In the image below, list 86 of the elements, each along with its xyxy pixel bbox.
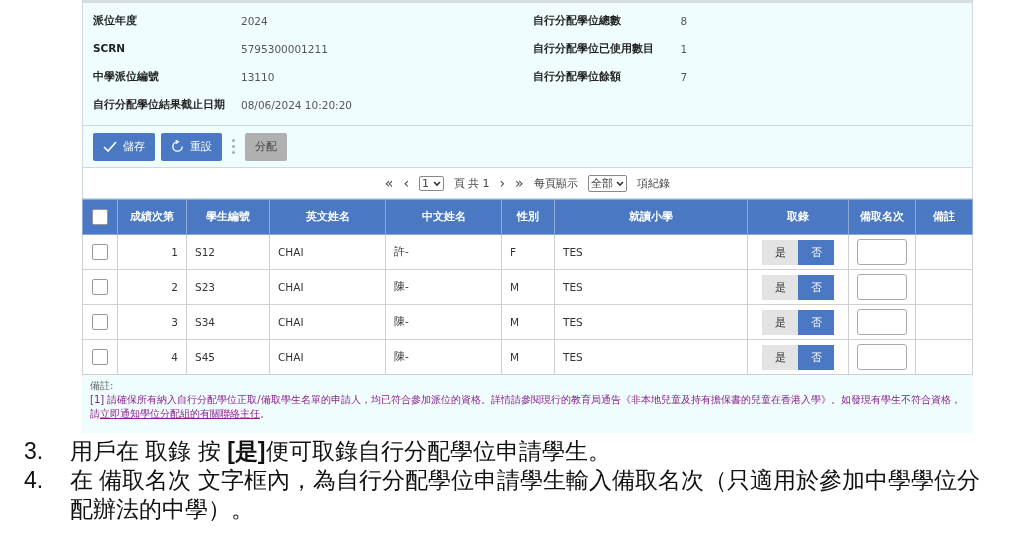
field-label: SCRN [93,42,127,56]
last-page-link[interactable]: » [515,175,524,191]
next-page-link[interactable]: › [499,175,506,191]
table-cell: F [501,234,555,270]
table-cell: TES [554,269,748,305]
toggle-option[interactable]: 否 [798,274,834,300]
column-header: 備取名次 [848,199,916,235]
field-value: 1 [680,43,688,55]
page-count: 頁 共 1 [453,175,490,191]
step-text: 用戶在 取錄 按 [是]便可取錄自行分配學位申請學生。 [70,437,612,466]
first-page-link[interactable]: « [384,175,394,191]
field-value: 2024 [241,15,268,27]
table-cell: S45 [186,339,270,375]
table-cell: M [501,339,555,375]
toggle-option[interactable]: 否 [798,239,834,265]
toolbar-button[interactable]: 儲存 [93,132,155,161]
toggle-option[interactable]: 否 [798,344,834,370]
field-value: 5795300001211 [241,43,328,55]
row-checkbox[interactable] [92,314,108,330]
records-label: 項紀錄 [637,175,671,191]
table-cell: 2 [117,269,187,305]
field-label: 自行分配學位餘額 [532,70,622,84]
column-header: 性別 [501,199,555,235]
select-all-checkbox[interactable] [92,209,108,225]
table-cell: S12 [186,234,270,270]
column-header: 成績次第 [117,199,187,235]
page-select[interactable]: 1 [419,175,444,191]
column-header: 學生編號 [186,199,270,235]
chevron-down-icon [616,180,625,187]
table-cell: M [501,304,555,340]
reserve-rank-field[interactable] [857,344,907,370]
toggle-option[interactable]: 否 [798,309,834,335]
table-cell: S34 [186,304,270,340]
toolbar-button[interactable]: 重設 [161,132,222,161]
previous-page-link[interactable]: ‹ [403,175,409,191]
per-page-select[interactable]: 全部 [587,174,628,192]
table-cell: S23 [186,269,270,305]
toggle-option[interactable]: 是 [762,309,798,335]
column-header: 取錄 [747,199,849,235]
column-header: 中文姓名 [385,199,502,235]
table-cell: CHAI [269,304,386,340]
table-cell: TES [554,304,748,340]
reserve-rank-field[interactable] [857,239,907,265]
table-cell: 陳- [385,339,502,375]
table-cell: 陳- [385,304,502,340]
table-cell: 1 [117,234,187,270]
table-cell: CHAI [269,234,386,270]
field-label: 自行分配學位結果截止日期 [93,98,226,112]
field-label: 自行分配學位已使用數目 [532,42,655,56]
field-value: 08/06/2024 10:20:20 [241,99,352,111]
note-text: [1] 請確保所有納入自行分配學位正取/備取學生名單的申請人，均已符合參加派位的資格。詳情請參閱現行的教育局通告《非本地兒童及持有擔保書的兒童在香港入學》。如發現有學生不符合資格，請立即通知學位分配組的有關聯絡主任。 [90,393,962,421]
step-number: 3. [24,437,45,466]
field-label: 派位年度 [93,14,138,28]
field-value: 7 [680,71,688,83]
field-value: 13110 [241,71,275,83]
column-header: 英文姓名 [269,199,386,235]
step-number: 4. [24,466,45,495]
reserve-rank-field[interactable] [857,274,907,300]
refresh-icon [171,140,184,153]
field-value: 8 [680,15,688,27]
table-cell: CHAI [269,339,386,375]
toggle-option[interactable]: 是 [762,344,798,370]
reserve-rank-field[interactable] [857,309,907,335]
row-checkbox[interactable] [92,349,108,365]
toggle-option[interactable]: 是 [762,239,798,265]
chevron-down-icon [432,180,441,187]
table-cell: TES [554,339,748,375]
row-checkbox[interactable] [92,279,108,295]
toggle-option[interactable]: 是 [762,274,798,300]
check-icon [103,140,117,153]
notes-title: 備註: [90,379,115,393]
column-header: 就讀小學 [554,199,748,235]
table-cell: 4 [117,339,187,375]
field-label: 自行分配學位總數 [532,14,622,28]
table-cell: CHAI [269,269,386,305]
per-page-label: 每頁顯示 [533,175,578,191]
field-label: 中學派位編號 [93,70,160,84]
table-cell: 陳- [385,269,502,305]
table-cell: 3 [117,304,187,340]
column-header: 備註 [915,199,973,235]
table-cell: M [501,269,555,305]
table-cell: TES [554,234,748,270]
row-checkbox[interactable] [92,244,108,260]
table-cell: 許- [385,234,502,270]
step-text: 在 備取名次 文字框內，為自行分配學位申請學生輸入備取名次（只適用於參加中學學位分配辦法的中學）。 [70,466,981,524]
contact-link[interactable]: 立即通知學位分配組的有關聯絡主任 [100,408,260,419]
